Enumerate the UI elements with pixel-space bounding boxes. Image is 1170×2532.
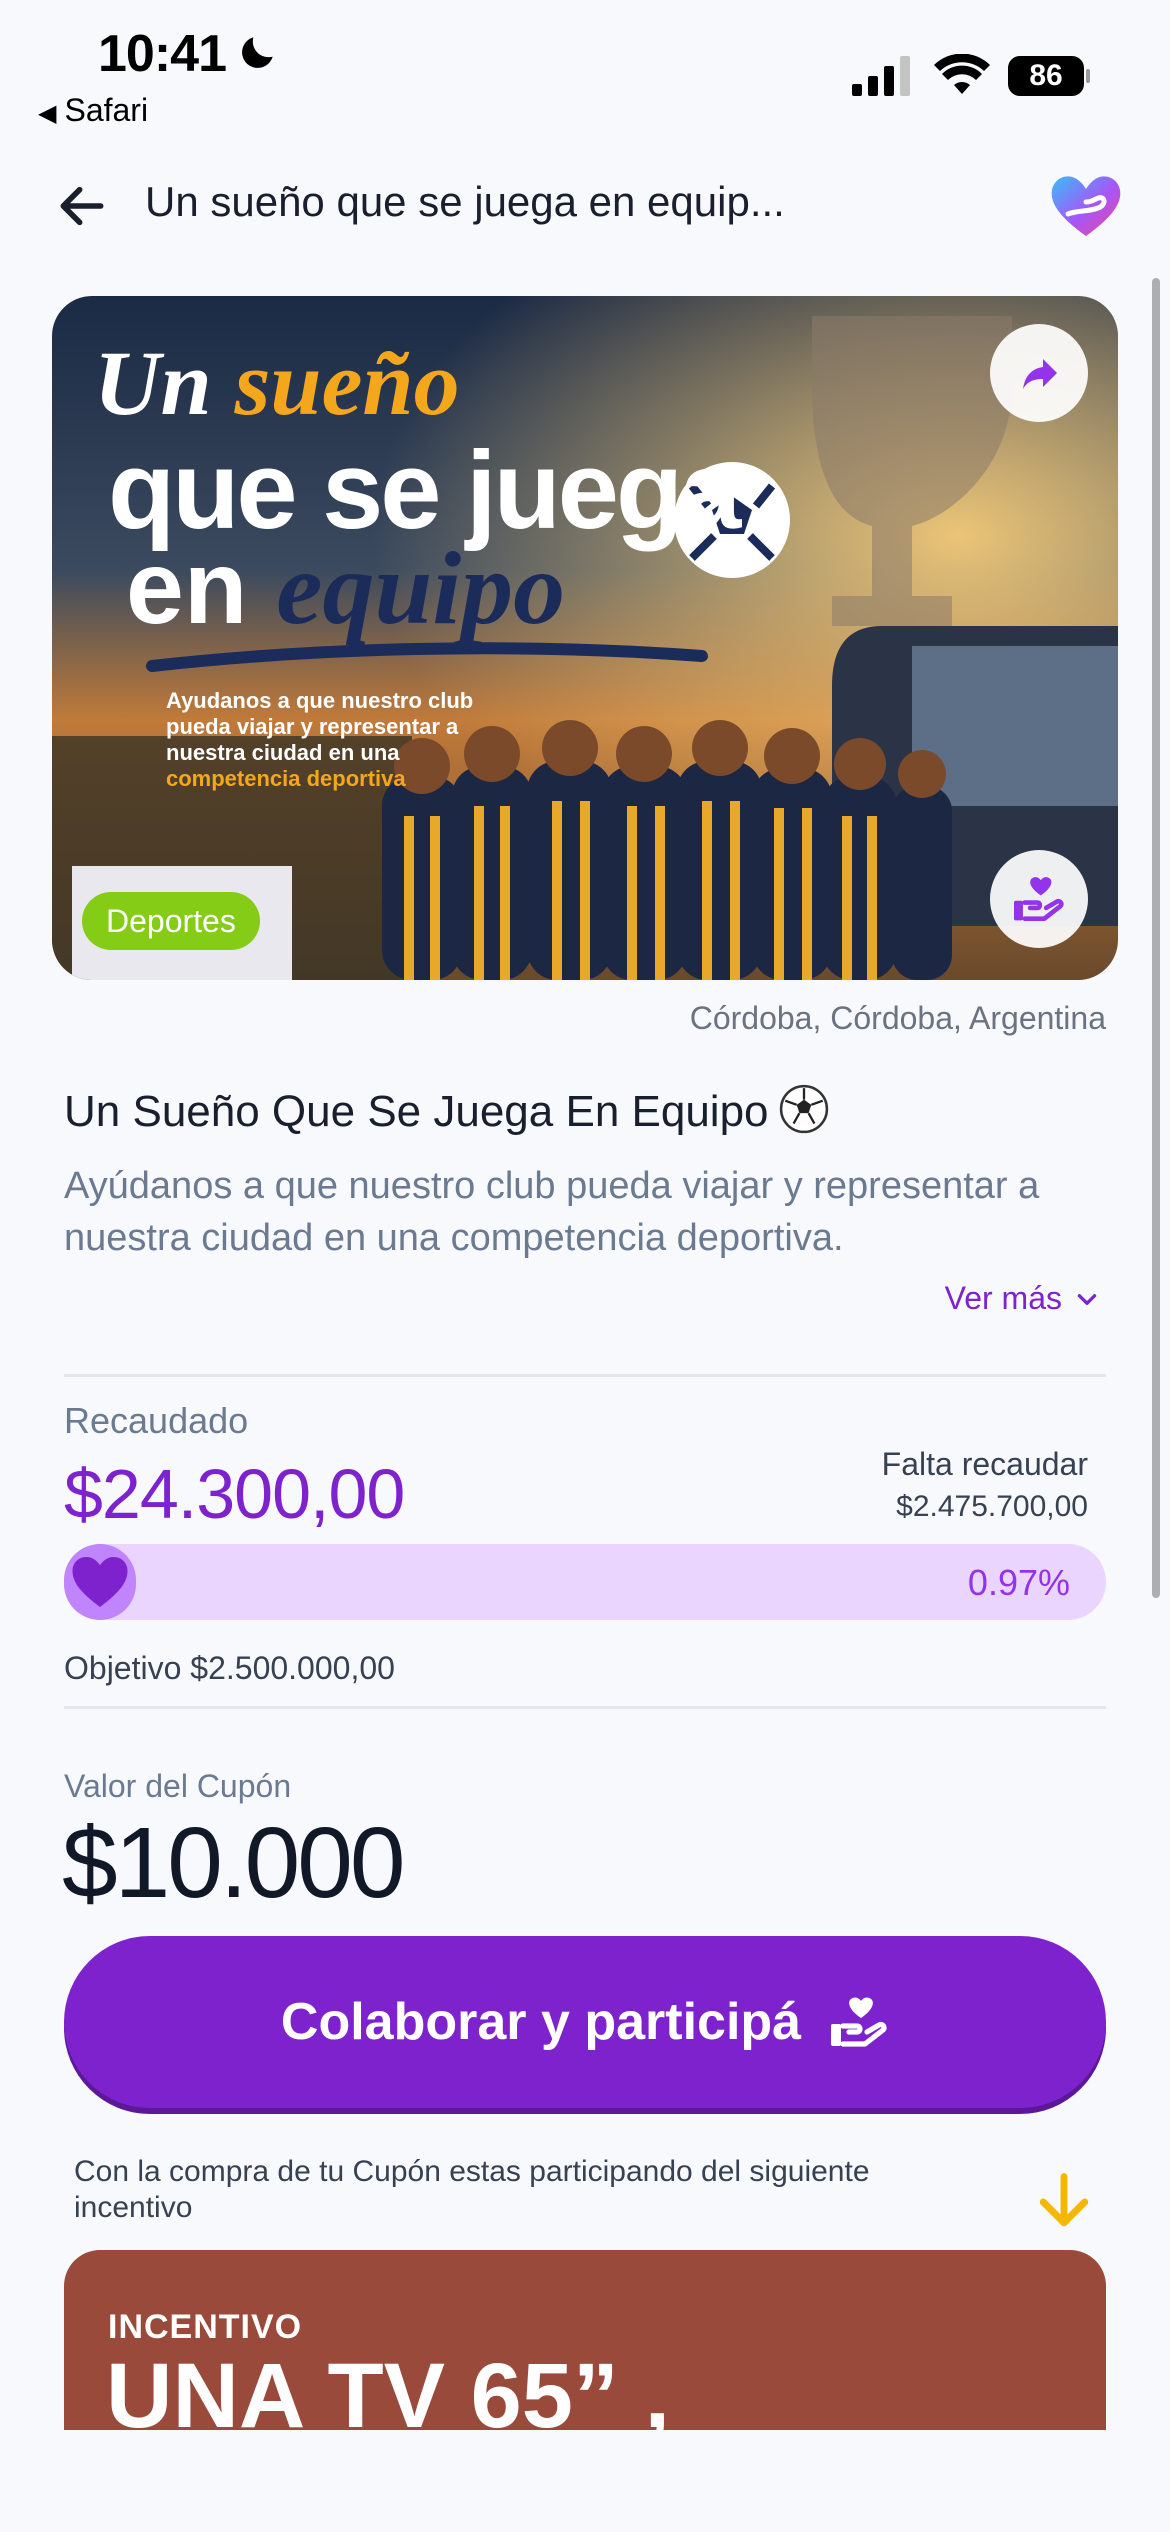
battery-icon: 86: [1008, 56, 1090, 96]
campaign-hero-image: Un sueño que se juega en equipo Ayudanos…: [52, 296, 1118, 980]
hero-subtitle-text: Ayudanos a que nuestro club pueda viajar…: [166, 688, 474, 765]
remaining-amount: $2.475.700,00: [896, 1490, 1088, 1523]
battery-level: 86: [1029, 59, 1063, 92]
hero-subtitle: Ayudanos a que nuestro club pueda viajar…: [166, 688, 496, 792]
donate-hand-heart-icon: [1014, 877, 1064, 921]
campaign-description: Ayúdanos a que nuestro club pueda viajar…: [64, 1165, 1040, 1259]
wifi-icon: [934, 54, 990, 94]
progress-percent: 0.97%: [967, 1562, 1070, 1603]
incentive-tag: INCENTIVO: [108, 2308, 303, 2346]
moon-icon: [242, 37, 273, 68]
share-icon: [1023, 359, 1057, 389]
arrow-down-icon[interactable]: [1036, 2172, 1092, 2232]
raised-label: Recaudado: [64, 1400, 249, 1441]
hero-title-sueno: sueño: [234, 332, 460, 434]
scrollbar[interactable]: [1152, 278, 1160, 1598]
share-button[interactable]: [990, 324, 1088, 422]
signal-icon: [852, 56, 910, 96]
heart-icon: [72, 1557, 128, 1607]
collaborate-button-label: Colaborar y participá: [280, 1993, 802, 2051]
soccer-ball-icon: [779, 1084, 828, 1134]
chevron-down-icon: [1077, 1294, 1097, 1305]
back-to-app-link[interactable]: ◀ Safari: [38, 92, 148, 129]
status-time: 10:41: [98, 25, 227, 83]
incentive-card[interactable]: INCENTIVO UNA TV 65” ,: [64, 2250, 1106, 2430]
see-more-label: Ver más: [944, 1280, 1062, 1316]
status-bar: 10:41 ◀ Safari 86: [0, 0, 1170, 140]
hero-title-equipo: equipo: [276, 531, 566, 646]
incentive-note: Con la compra de tu Cupón estas particip…: [74, 2155, 870, 2224]
coupon-label: Valor del Cupón: [64, 1768, 292, 1804]
goal-text: Objetivo $2.500.000,00: [64, 1650, 395, 1686]
campaign-title-text: Un Sueño Que Se Juega En Equipo: [64, 1087, 769, 1136]
donate-hand-heart-icon: [831, 1997, 887, 2047]
app-header: Un sueño que se juega en equip...: [0, 150, 1170, 260]
category-chip[interactable]: Deportes: [82, 892, 260, 950]
raised-amount: $24.300,00: [64, 1455, 405, 1533]
page-title: Un sueño que se juega en equip...: [145, 178, 785, 225]
brand-logo[interactable]: [1048, 170, 1124, 240]
divider: [64, 1706, 1106, 1709]
hero-subtitle-highlight: competencia deportiva: [166, 765, 406, 791]
collaborate-button[interactable]: Colaborar y participá: [64, 1936, 1106, 2108]
hero-title-line3: en equipo: [126, 536, 565, 641]
hero-title-en: en: [126, 530, 248, 646]
hero-title-line1: Un sueño: [94, 330, 460, 436]
divider: [64, 1374, 1106, 1377]
campaign-title: Un Sueño Que Se Juega En Equipo: [64, 1084, 829, 1137]
donate-button[interactable]: [990, 850, 1088, 948]
back-app-label: Safari: [64, 92, 149, 128]
funding-progress-bar: 0.97%: [64, 1544, 1106, 1620]
see-more-link[interactable]: Ver más: [945, 1280, 1100, 1317]
back-triangle-icon: ◀: [38, 100, 57, 127]
back-arrow-icon[interactable]: [54, 178, 110, 234]
hero-title-un: Un: [94, 332, 212, 434]
campaign-location: Córdoba, Córdoba, Argentina: [689, 1000, 1106, 1036]
incentive-title: UNA TV 65” ,: [106, 2345, 671, 2430]
coupon-value: $10.000: [62, 1807, 405, 1919]
remaining-label: Falta recaudar: [881, 1446, 1088, 1482]
